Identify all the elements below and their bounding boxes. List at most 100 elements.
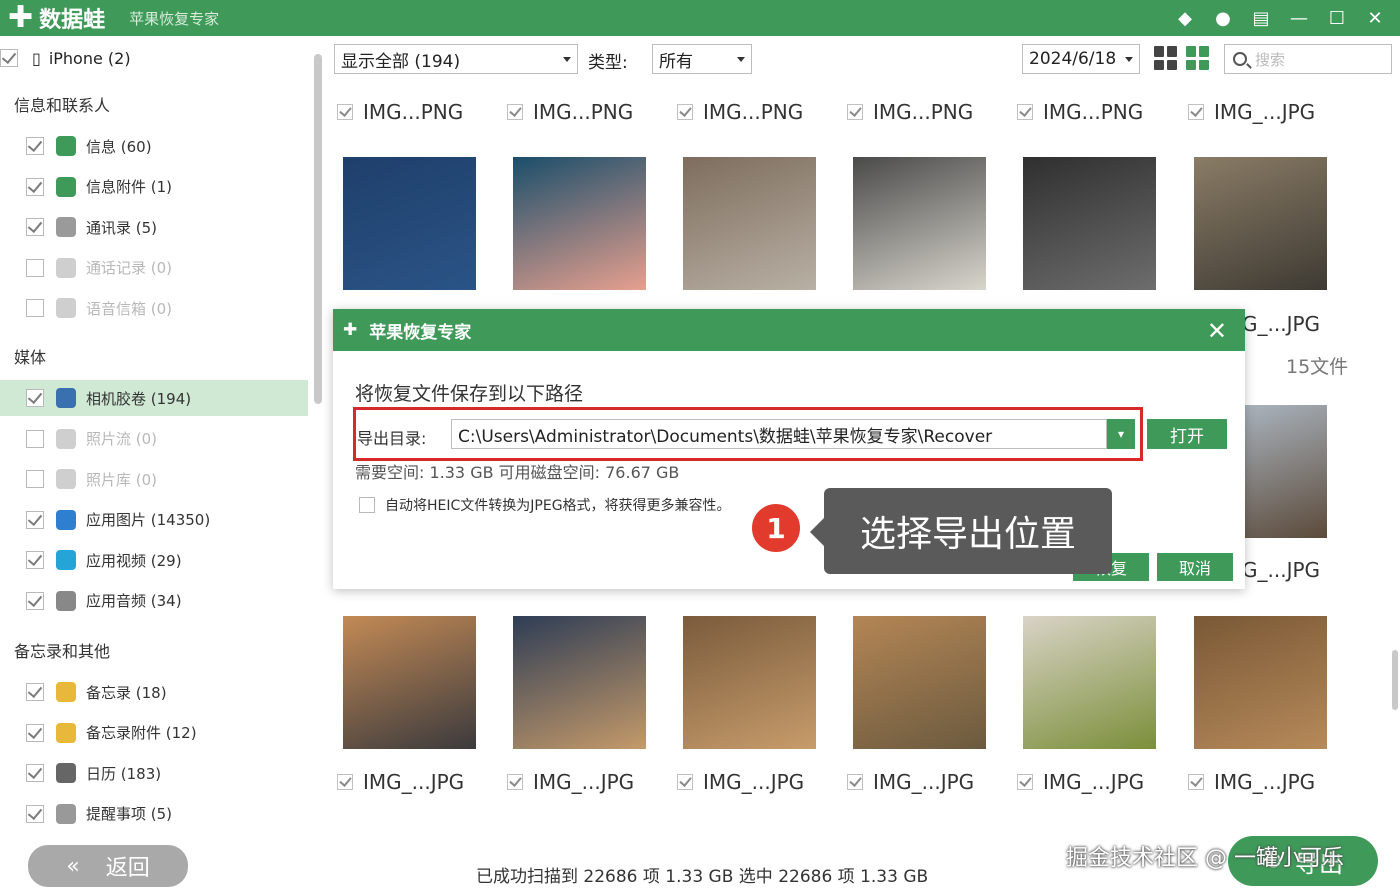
heic-option[interactable]: 自动将HEIC文件转换为JPEG格式，将获得更多兼容性。: [359, 495, 731, 515]
sidebar-checkbox[interactable]: [26, 177, 44, 196]
close-icon[interactable]: ✕: [1207, 317, 1227, 345]
sidebar-item[interactable]: 应用音频 (34): [0, 583, 308, 619]
file-checkbox[interactable]: [337, 104, 353, 120]
file-label[interactable]: IMG_...JPG: [1188, 770, 1315, 794]
sidebar-item-label: 备忘录附件 (12): [86, 724, 197, 742]
sidebar-checkbox[interactable]: [26, 470, 44, 488]
sidebar-checkbox[interactable]: [26, 804, 44, 823]
file-label[interactable]: G_...JPG: [1242, 558, 1320, 582]
file-label[interactable]: IMG...PNG: [337, 100, 463, 124]
sidebar-item[interactable]: 日历 (183): [0, 755, 308, 791]
file-label[interactable]: IMG_...JPG: [847, 770, 974, 794]
grid-view-icon[interactable]: [1154, 46, 1178, 70]
gem-icon[interactable]: ◆: [1174, 8, 1196, 29]
date-value: 2024/6/18: [1029, 49, 1117, 69]
file-checkbox[interactable]: [337, 774, 353, 790]
sidebar-item[interactable]: 照片库 (0): [0, 461, 308, 497]
thumbnail-view-icon[interactable]: [1186, 46, 1210, 70]
file-checkbox[interactable]: [677, 774, 693, 790]
photo-thumbnail[interactable]: [683, 616, 816, 749]
filter-value: 显示全部 (194): [341, 51, 461, 72]
back-button[interactable]: « 返回: [28, 845, 188, 887]
sidebar-item[interactable]: 提醒事项 (5): [0, 796, 308, 832]
file-label[interactable]: IMG...PNG: [677, 100, 803, 124]
search-input[interactable]: 搜索: [1224, 44, 1392, 74]
open-button[interactable]: 打开: [1147, 419, 1227, 449]
grid-scrollbar[interactable]: [1392, 650, 1398, 710]
file-checkbox[interactable]: [847, 104, 863, 120]
cancel-button[interactable]: 取消: [1157, 553, 1233, 581]
file-label[interactable]: IMG_...JPG: [507, 770, 634, 794]
file-checkbox[interactable]: [847, 774, 863, 790]
sidebar-checkbox[interactable]: [26, 551, 44, 569]
file-name: IMG...PNG: [703, 100, 804, 124]
sidebar-item[interactable]: 信息附件 (1): [0, 169, 308, 205]
device-row[interactable]: ▯ iPhone (2): [0, 44, 131, 72]
photo-thumbnail[interactable]: [513, 157, 646, 290]
sidebar-checkbox[interactable]: [26, 258, 44, 277]
file-label[interactable]: IMG...PNG: [847, 100, 973, 124]
sidebar-checkbox[interactable]: [26, 429, 44, 448]
sidebar-checkbox[interactable]: [26, 389, 44, 407]
photo-thumbnail[interactable]: [343, 616, 476, 749]
sidebar-item[interactable]: 照片流 (0): [0, 421, 308, 457]
file-checkbox[interactable]: [1017, 774, 1033, 790]
photo-thumbnail[interactable]: [513, 616, 646, 749]
file-checkbox[interactable]: [1188, 774, 1204, 790]
photo-thumbnail[interactable]: [1023, 157, 1156, 290]
path-input[interactable]: C:\Users\Administrator\Documents\数据蛙\苹果恢…: [451, 419, 1107, 449]
sidebar-item[interactable]: 相机胶卷 (194): [0, 380, 308, 416]
photo-thumbnail[interactable]: [343, 157, 476, 290]
file-checkbox[interactable]: [677, 104, 693, 120]
file-label[interactable]: G_...JPG: [1242, 312, 1320, 336]
sidebar-item[interactable]: 通话记录 (0): [0, 250, 308, 286]
file-checkbox[interactable]: [507, 774, 523, 790]
message-icon: [56, 136, 76, 156]
path-dropdown-button[interactable]: ▾: [1107, 419, 1135, 449]
chat-icon[interactable]: ●: [1212, 8, 1234, 29]
file-label[interactable]: IMG_...JPG: [1017, 770, 1144, 794]
photo-thumbnail[interactable]: [1194, 616, 1327, 749]
device-checkbox[interactable]: [0, 49, 18, 67]
sidebar-item[interactable]: 备忘录附件 (12): [0, 715, 308, 751]
photo-thumbnail[interactable]: [853, 157, 986, 290]
file-label[interactable]: IMG...PNG: [1017, 100, 1143, 124]
minimize-icon[interactable]: —: [1288, 8, 1310, 29]
file-label[interactable]: IMG_...JPG: [1188, 100, 1315, 124]
sidebar-checkbox[interactable]: [26, 591, 44, 610]
file-name: IMG...PNG: [873, 100, 974, 124]
file-checkbox[interactable]: [1017, 104, 1033, 120]
file-checkbox[interactable]: [1188, 104, 1204, 120]
feedback-icon[interactable]: ▤: [1250, 8, 1272, 29]
sidebar-item[interactable]: 应用图片 (14350): [0, 502, 308, 538]
sidebar-item[interactable]: 通讯录 (5): [0, 209, 308, 245]
file-checkbox[interactable]: [507, 104, 523, 120]
photo-thumbnail[interactable]: [853, 616, 986, 749]
sidebar-item[interactable]: 应用视频 (29): [0, 542, 308, 578]
sidebar-item[interactable]: 语音信箱 (0): [0, 290, 308, 326]
sidebar-item[interactable]: 备忘录 (18): [0, 674, 308, 710]
type-select[interactable]: 所有: [652, 44, 752, 74]
heic-checkbox[interactable]: [359, 497, 375, 513]
sidebar-checkbox[interactable]: [26, 218, 44, 236]
file-label[interactable]: IMG_...JPG: [337, 770, 464, 794]
photo-thumbnail[interactable]: [1245, 405, 1327, 538]
sidebar-checkbox[interactable]: [26, 299, 44, 317]
date-select[interactable]: 2024/6/18: [1022, 44, 1140, 74]
filter-select[interactable]: 显示全部 (194): [334, 44, 578, 74]
sidebar-checkbox[interactable]: [26, 723, 44, 742]
photo-thumbnail[interactable]: [1023, 616, 1156, 749]
photo-thumbnail[interactable]: [683, 157, 816, 290]
sidebar-item[interactable]: 信息 (60): [0, 128, 308, 164]
sidebar-checkbox[interactable]: [26, 510, 44, 529]
sidebar-checkbox[interactable]: [26, 764, 44, 782]
maximize-icon[interactable]: ☐: [1326, 8, 1348, 29]
sidebar-scrollbar[interactable]: [314, 54, 322, 404]
close-icon[interactable]: ✕: [1364, 8, 1386, 29]
sidebar-checkbox[interactable]: [26, 683, 44, 701]
file-label[interactable]: IMG...PNG: [507, 100, 633, 124]
sidebar-checkbox[interactable]: [26, 137, 44, 155]
section-media: 媒体: [14, 348, 47, 367]
photo-thumbnail[interactable]: [1194, 157, 1327, 290]
file-label[interactable]: IMG_...JPG: [677, 770, 804, 794]
